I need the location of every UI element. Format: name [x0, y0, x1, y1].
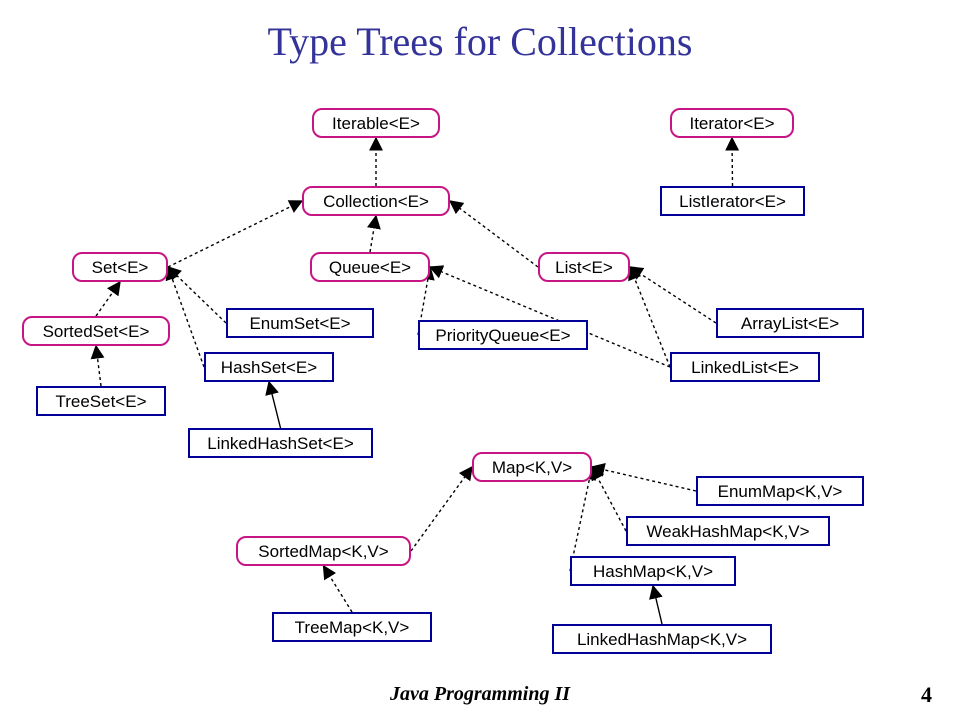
node-enummap: EnumMap<K,V> [696, 476, 864, 506]
node-sortedmap: SortedMap<K,V> [236, 536, 411, 566]
node-treeset: TreeSet<E> [36, 386, 166, 416]
edge-linkedlist-to-list [630, 267, 670, 367]
edge-sortedset-to-set [96, 282, 120, 316]
node-arraylist: ArrayList<E> [716, 308, 864, 338]
edge-linkedhashset-to-hashset [269, 382, 281, 428]
node-linkedhashmap: LinkedHashMap<K,V> [552, 624, 772, 654]
node-iterable: Iterable<E> [312, 108, 440, 138]
node-list: List<E> [538, 252, 630, 282]
node-linkedlist: LinkedList<E> [670, 352, 820, 382]
edge-listiterator-to-iterator [732, 138, 733, 186]
node-sortedset: SortedSet<E> [22, 316, 170, 346]
edge-list-to-collection [450, 201, 538, 267]
edge-queue-to-collection [370, 216, 376, 252]
edge-linkedhashmap-to-hashmap [653, 586, 662, 624]
node-listiterator: ListIerator<E> [660, 186, 805, 216]
edge-arraylist-to-list [630, 267, 716, 323]
edge-enumset-to-set [168, 267, 226, 323]
edge-enummap-to-map [592, 467, 696, 491]
edge-hashset-to-set [168, 267, 204, 367]
edge-treemap-to-sortedmap [324, 566, 353, 612]
node-treemap: TreeMap<K,V> [272, 612, 432, 642]
edge-treeset-to-sortedset [96, 346, 101, 386]
node-collection: Collection<E> [302, 186, 450, 216]
node-map: Map<K,V> [472, 452, 592, 482]
node-enumset: EnumSet<E> [226, 308, 374, 338]
edge-set-to-collection [168, 201, 302, 267]
node-hashmap: HashMap<K,V> [570, 556, 736, 586]
node-priorityqueue: PriorityQueue<E> [418, 320, 588, 350]
node-iterator: Iterator<E> [670, 108, 794, 138]
node-weakhashmap: WeakHashMap<K,V> [626, 516, 830, 546]
node-set: Set<E> [72, 252, 168, 282]
edge-linkedlist-to-queue [430, 267, 670, 367]
node-queue: Queue<E> [310, 252, 430, 282]
edge-weakhashmap-to-map [592, 467, 626, 531]
node-linkedhashset: LinkedHashSet<E> [188, 428, 373, 458]
edge-sortedmap-to-map [411, 467, 472, 551]
node-hashset: HashSet<E> [204, 352, 334, 382]
